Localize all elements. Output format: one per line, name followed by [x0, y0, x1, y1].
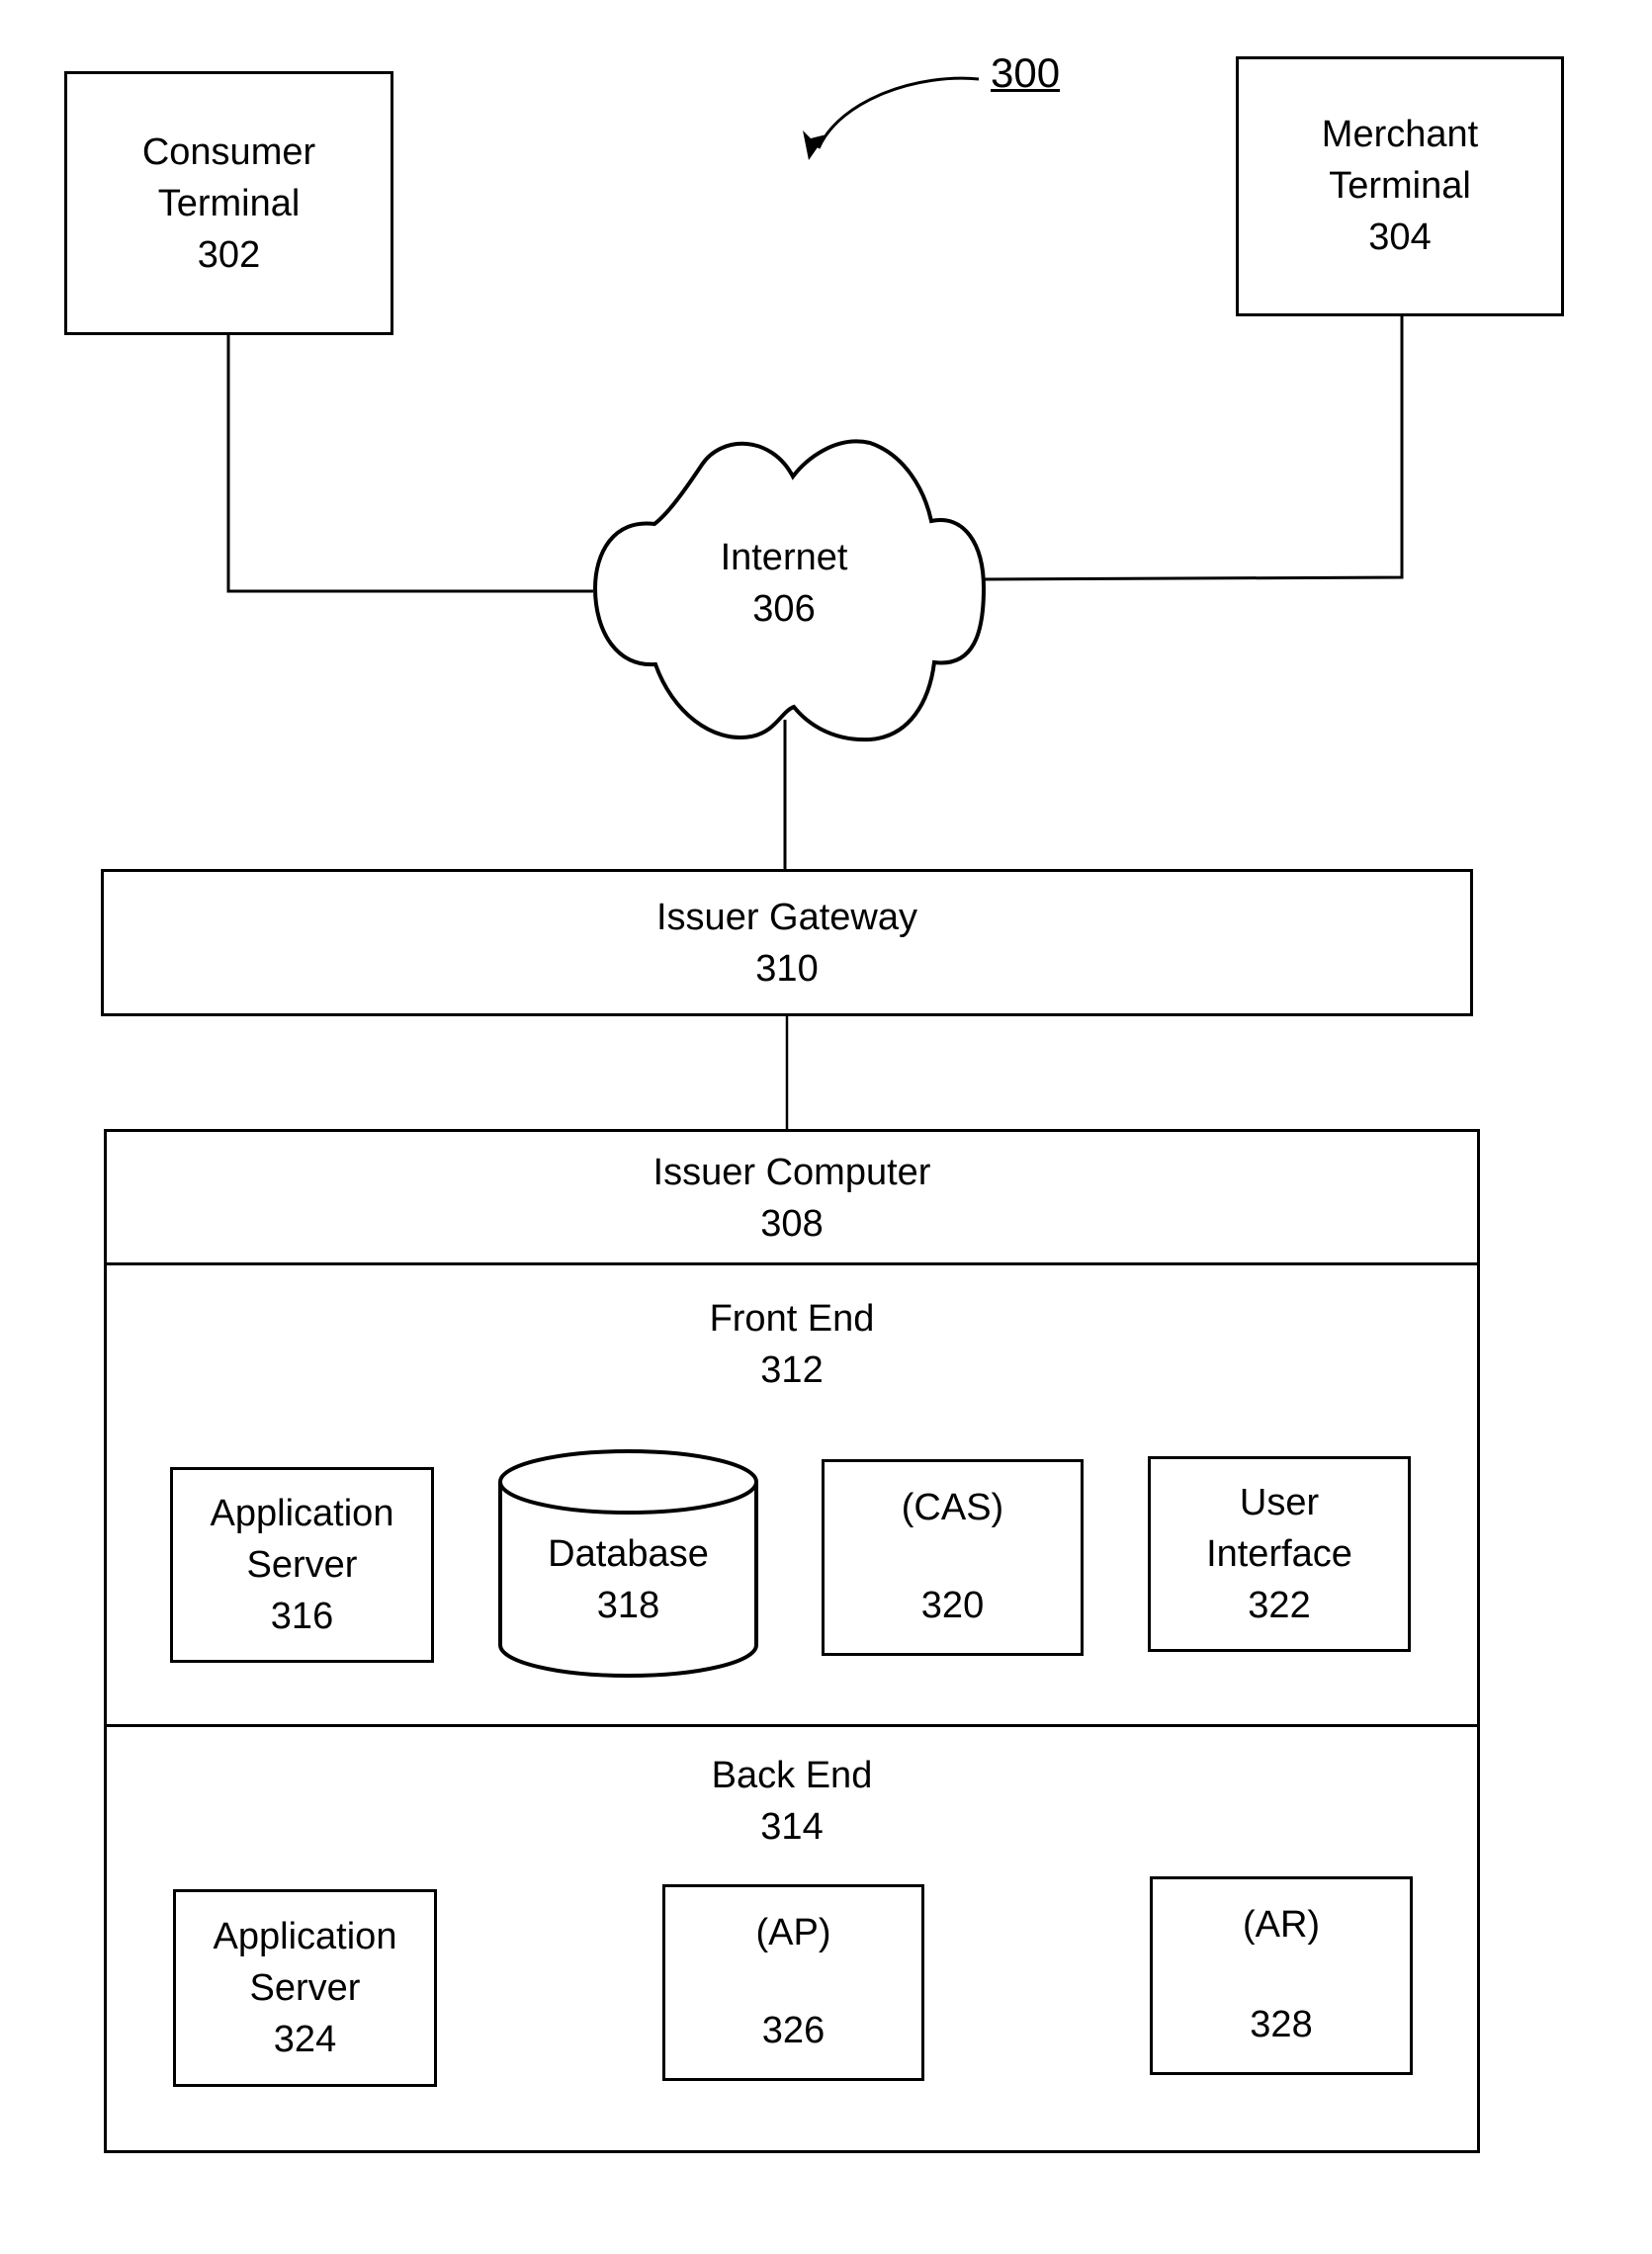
merchant-terminal-label-line1: Merchant [1321, 114, 1479, 155]
arrowhead-icon [803, 130, 826, 160]
figure-reference-number: 300 [991, 49, 1061, 96]
issuer-computer-ref: 308 [760, 1203, 824, 1245]
user-interface-ref: 322 [1248, 1585, 1311, 1626]
issuer-gateway-box: Issuer Gateway 310 [101, 869, 1473, 1016]
internet-label: Internet 306 [685, 532, 883, 635]
database-cylinder: Database 318 [497, 1449, 759, 1679]
ar-ref: 328 [1250, 2004, 1313, 2045]
ar-name: (AR) [1242, 1904, 1321, 1946]
back-end-application-server-line2: Server [249, 1967, 361, 2009]
database-name: Database [548, 1533, 709, 1575]
cas-ref: 320 [920, 1585, 985, 1626]
back-end-title: Back End 314 [104, 1750, 1480, 1853]
merchant-terminal-box: Merchant Terminal 304 [1236, 56, 1564, 316]
user-interface-line2: Interface [1206, 1533, 1352, 1575]
user-interface-line1: User [1239, 1482, 1320, 1523]
database-ref: 318 [596, 1585, 660, 1626]
front-end-name: Front End [709, 1298, 875, 1340]
front-end-application-server-line2: Server [246, 1544, 358, 1586]
issuer-computer-title: Issuer Computer 308 [104, 1147, 1480, 1250]
consumer-terminal-box: Consumer Terminal 302 [64, 71, 393, 335]
consumer-terminal-label-line2: Terminal [157, 182, 301, 224]
front-end-application-server-box: Application Server 316 [170, 1467, 434, 1663]
ap-box: (AP) 326 [662, 1884, 924, 2081]
internet-name: Internet [720, 537, 848, 578]
merchant-terminal-ref: 304 [1368, 217, 1432, 258]
figure-pointer-arrow [817, 76, 980, 149]
back-end-application-server-line1: Application [213, 1916, 397, 1957]
internet-ref: 306 [752, 588, 816, 630]
consumer-internet-link [226, 334, 593, 593]
back-end-application-server-box: Application Server 324 [173, 1889, 437, 2087]
consumer-terminal-ref: 302 [197, 233, 261, 276]
issuer-computer-name: Issuer Computer [652, 1152, 931, 1193]
front-back-divider [104, 1724, 1480, 1727]
issuer-gateway-ref: 310 [755, 947, 819, 990]
back-end-name: Back End [711, 1755, 873, 1796]
ar-box: (AR) 328 [1150, 1876, 1413, 2075]
ap-ref: 326 [761, 2010, 826, 2051]
front-end-application-server-line1: Application [210, 1493, 394, 1534]
back-end-application-server-ref: 324 [273, 2019, 337, 2060]
consumer-terminal-label-line1: Consumer [141, 130, 316, 173]
front-end-title: Front End 312 [104, 1293, 1480, 1396]
issuer-computer-divider [104, 1262, 1480, 1265]
ap-name: (AP) [755, 1912, 831, 1953]
front-end-ref: 312 [760, 1349, 824, 1391]
issuer-gateway-name: Issuer Gateway [656, 896, 917, 938]
database-label: Database 318 [497, 1528, 759, 1631]
cas-name: (CAS) [901, 1487, 1004, 1528]
merchant-terminal-label-line2: Terminal [1329, 165, 1471, 207]
back-end-ref: 314 [760, 1806, 824, 1848]
merchant-internet-link [978, 315, 1404, 581]
front-end-application-server-ref: 316 [270, 1596, 334, 1637]
cas-box: (CAS) 320 [822, 1459, 1084, 1656]
user-interface-box: User Interface 322 [1148, 1456, 1411, 1652]
